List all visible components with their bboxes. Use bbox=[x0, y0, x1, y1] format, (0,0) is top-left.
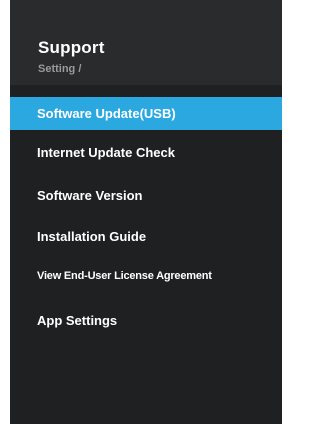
menu-item-software-update-usb[interactable]: Software Update(USB) bbox=[10, 97, 282, 130]
menu-item-view-eula[interactable]: View End-User License Agreement bbox=[10, 260, 282, 293]
menu-item-app-settings[interactable]: App Settings bbox=[10, 304, 282, 337]
page-title: Support bbox=[38, 38, 105, 57]
menu-item-installation-guide[interactable]: Installation Guide bbox=[10, 220, 282, 253]
menu-item-internet-update-check[interactable]: Internet Update Check bbox=[10, 136, 282, 169]
menu-header: Support Setting / bbox=[10, 0, 282, 85]
support-menu-panel: Support Setting / Software Update(USB) I… bbox=[10, 0, 282, 424]
breadcrumb: Setting / bbox=[38, 63, 82, 75]
menu-item-software-version[interactable]: Software Version bbox=[10, 179, 282, 212]
